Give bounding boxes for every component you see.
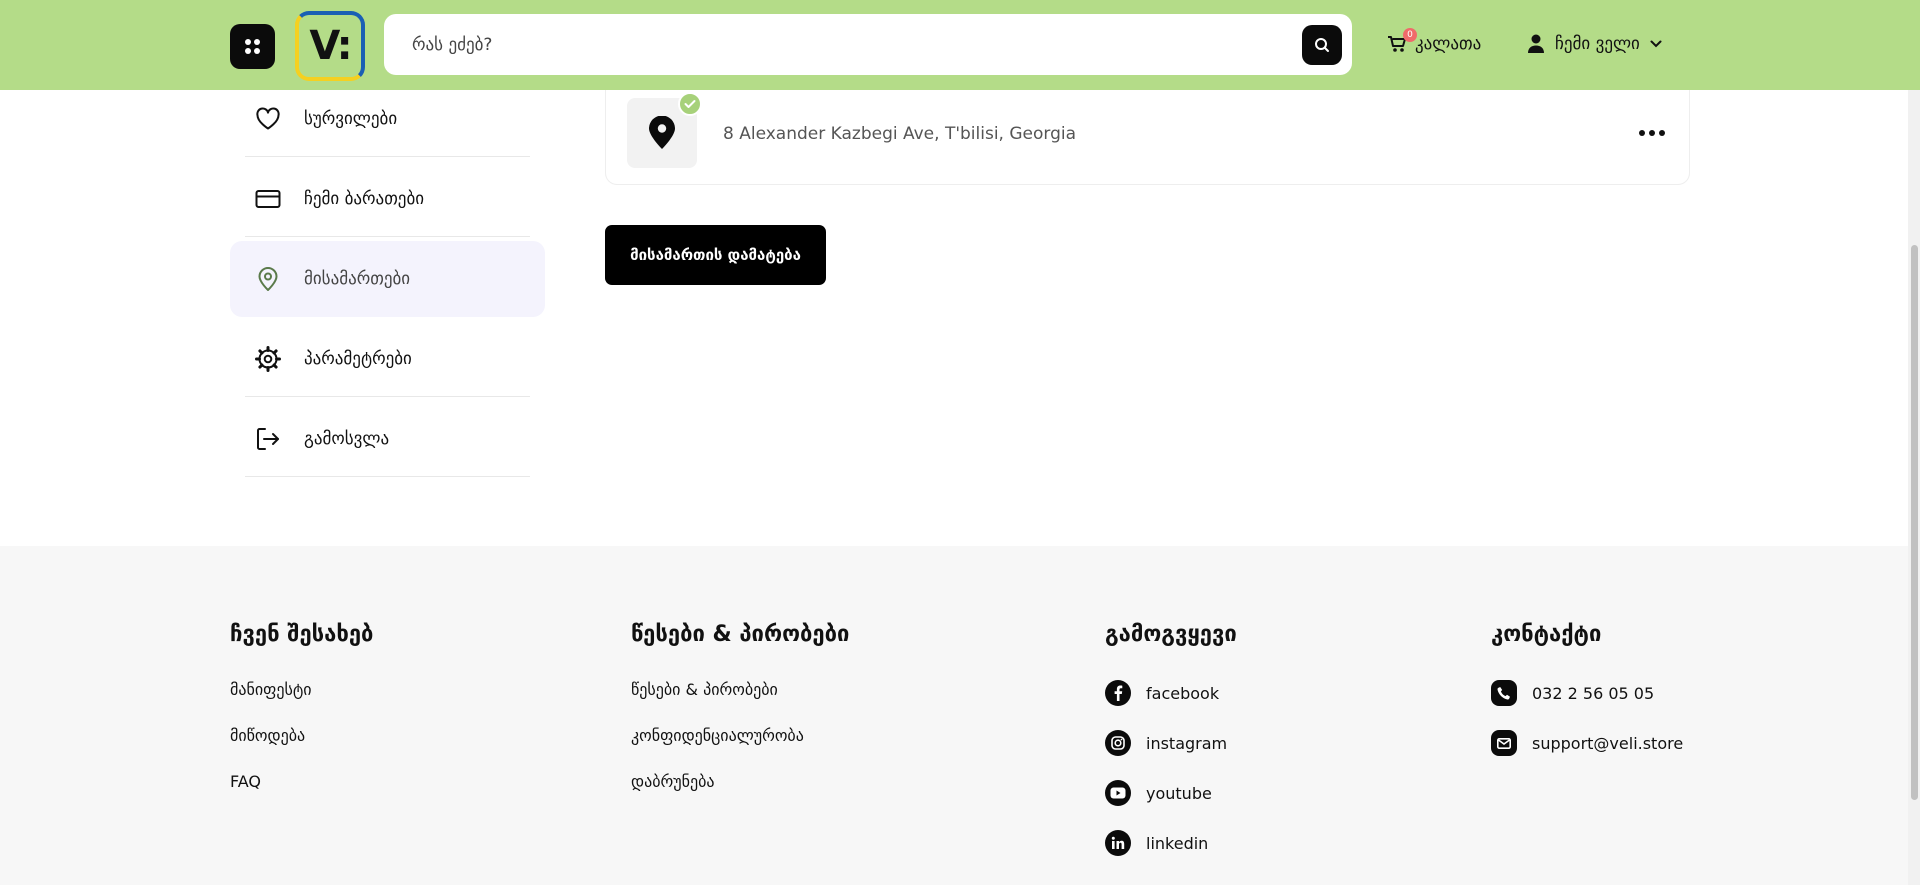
grid-icon [245,39,260,54]
sidebar-item-settings[interactable]: პარამეტრები [230,321,545,397]
logo-text: V: [309,23,352,69]
footer-about-title: ჩვენ შესახებ [230,622,374,647]
logout-icon [254,425,282,453]
footer-contact-phone[interactable]: 032 2 56 05 05 [1491,680,1654,706]
search-bar [384,14,1352,75]
profile-menu-button[interactable]: ჩემი ველი [1527,34,1662,54]
categories-menu-button[interactable] [230,24,275,69]
phone-number: 032 2 56 05 05 [1532,683,1655,703]
site-header: V: 0 კალათა ჩემი ველი [0,0,1920,90]
dot [1649,130,1655,136]
dot [1659,130,1665,136]
sidebar-item-label: გამოსვლა [304,429,390,449]
footer-link-returns[interactable]: დაბრუნება [631,772,714,791]
mail-icon [1491,730,1517,756]
footer-link-terms[interactable]: წესები & პირობები [631,680,778,699]
footer-link-privacy[interactable]: კონფიდენციალურობა [631,726,804,745]
footer-terms-title: წესები & პირობები [631,622,850,647]
address-text: 8 Alexander Kazbegi Ave, T'bilisi, Georg… [723,124,1077,144]
sidebar-item-logout[interactable]: გამოსვლა [230,401,545,477]
search-button[interactable] [1302,25,1342,65]
sidebar-item-label: პარამეტრები [304,349,412,369]
footer-contact-title: კონტაქტი [1491,622,1602,647]
footer-link-youtube[interactable]: youtube [1105,780,1212,806]
instagram-icon [1105,730,1131,756]
heart-icon [254,105,282,133]
cart-button[interactable]: 0 კალათა [1387,28,1482,54]
footer-link-linkedin[interactable]: linkedin [1105,830,1208,856]
divider [245,396,530,397]
sidebar-item-label: ჩემი ბარათები [304,189,425,209]
facebook-icon [1105,680,1131,706]
facebook-label: facebook [1146,683,1220,703]
youtube-icon [1105,780,1131,806]
footer-link-delivery[interactable]: მიწოდება [230,726,305,745]
search-icon [1315,38,1329,52]
footer-link-manifesto[interactable]: მანიფესტი [230,680,312,699]
sidebar-item-wishlist[interactable]: სურვილები [230,81,545,157]
chevron-down-icon [1650,40,1662,48]
more-options-button[interactable] [1635,126,1669,140]
verified-check-icon [678,92,702,116]
cart-label: კალათა [1415,34,1482,54]
site-footer: ჩვენ შესახებ მანიფესტი მიწოდება FAQ წესე… [0,546,1920,885]
add-address-button[interactable]: მისამართის დამატება [605,225,826,285]
divider [245,236,530,237]
footer-link-instagram[interactable]: instagram [1105,730,1227,756]
email-address: support@veli.store [1532,733,1684,753]
sidebar-item-label: მისამართები [304,269,411,289]
user-icon [1528,34,1544,53]
sidebar-item-addresses[interactable]: მისამართები [230,241,545,317]
footer-follow-title: გამოგვყევი [1105,622,1237,647]
divider [245,476,530,477]
sidebar-item-my-cards[interactable]: ჩემი ბარათები [230,161,545,237]
map-pin-icon [649,116,675,149]
sidebar-item-label: სურვილები [304,109,398,129]
linkedin-icon [1105,830,1131,856]
gear-icon [254,345,282,373]
footer-contact-email[interactable]: support@veli.store [1491,730,1683,756]
dot [1639,130,1645,136]
youtube-label: youtube [1146,783,1212,803]
linkedin-label: linkedin [1146,833,1209,853]
search-input[interactable] [412,34,1292,55]
location-pin-icon [254,265,282,293]
footer-link-faq[interactable]: FAQ [230,772,261,791]
cart-count-badge: 0 [1403,28,1417,42]
scrollbar-thumb[interactable] [1911,245,1918,800]
site-logo[interactable]: V: [295,11,365,81]
phone-icon [1491,680,1517,706]
instagram-label: instagram [1146,733,1228,753]
footer-link-facebook[interactable]: facebook [1105,680,1219,706]
divider [245,156,530,157]
credit-card-icon [254,185,282,213]
profile-label: ჩემი ველი [1555,34,1640,54]
